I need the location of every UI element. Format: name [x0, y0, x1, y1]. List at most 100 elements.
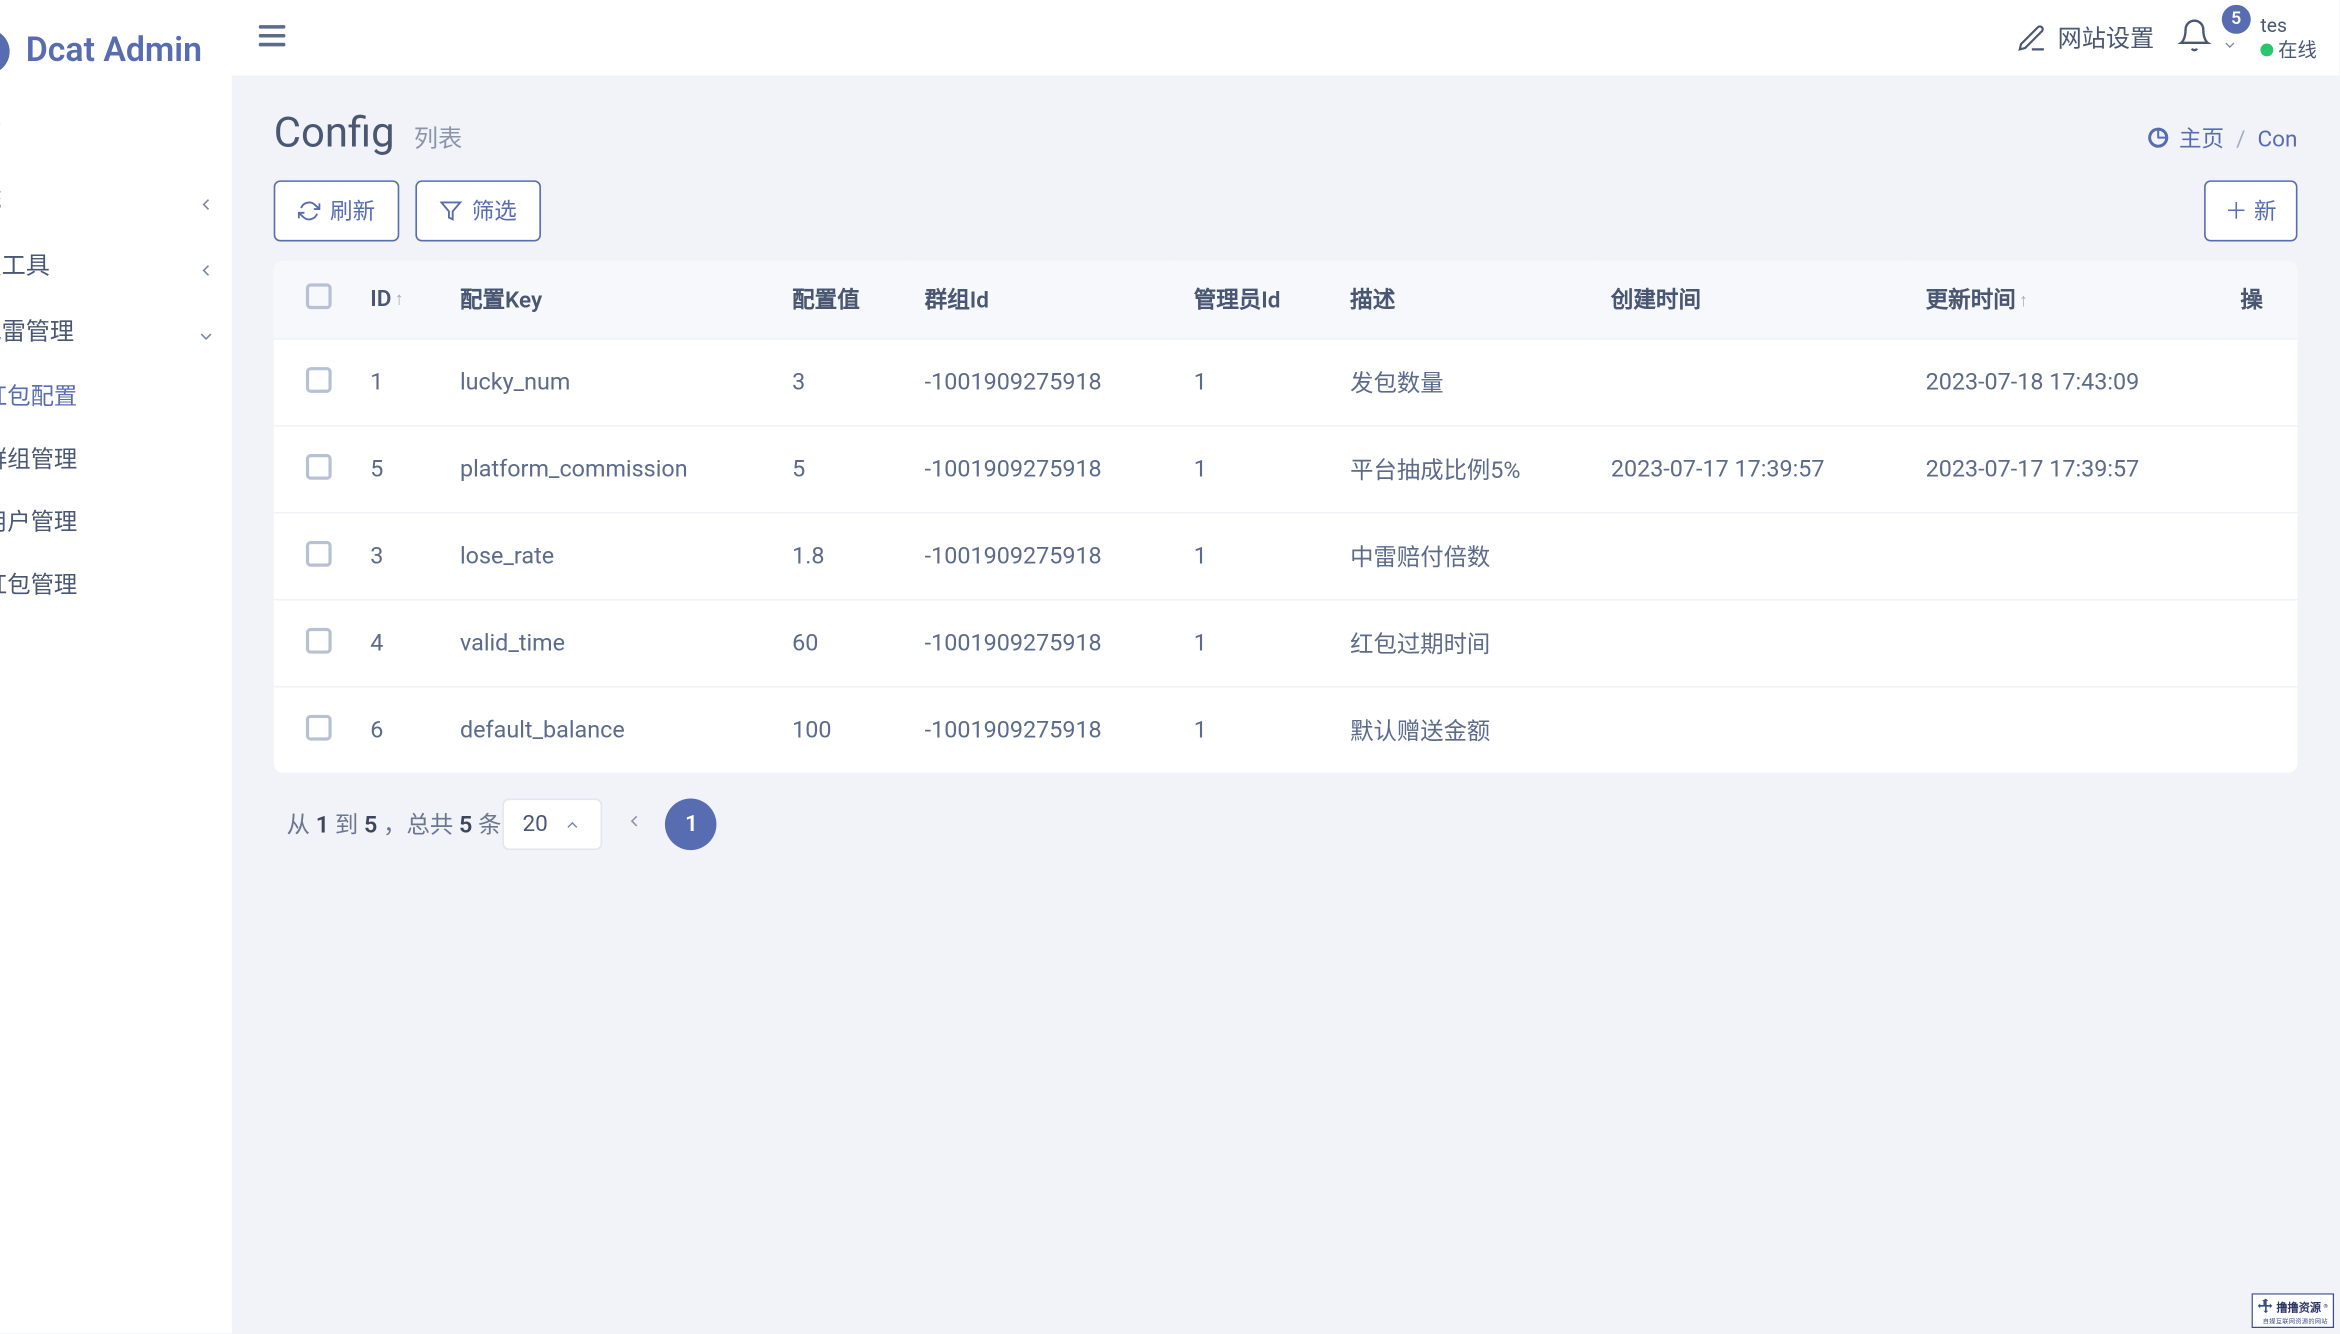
refresh-button[interactable]: 刷新 — [274, 180, 400, 241]
table-row: 5platform_commission5-10019092759181平台抽成… — [274, 426, 2298, 513]
row-checkbox[interactable] — [306, 714, 332, 740]
cell-ops — [2221, 600, 2297, 687]
sidebar-sub-user[interactable]: 用户管理 — [0, 489, 232, 552]
data-table: ID↑ 配置Key 配置值 群组Id 管理员Id 描述 创建时间 更新时间↑ 操… — [274, 261, 2298, 773]
online-dot-icon — [2260, 44, 2273, 57]
page-title: Config — [274, 109, 395, 157]
table-row: 1lucky_num3-10019092759181发包数量2023-07-18… — [274, 339, 2298, 426]
col-updated[interactable]: 更新时间↑ — [1906, 261, 2221, 339]
cell-ops — [2221, 339, 2297, 426]
cell-id: 5 — [351, 426, 441, 513]
col-ops[interactable]: 操 — [2221, 261, 2297, 339]
sidebar-sub-group[interactable]: 群组管理 — [0, 427, 232, 490]
row-checkbox[interactable] — [306, 366, 332, 392]
cell-value: 3 — [773, 339, 906, 426]
cell-admin-id: 1 — [1174, 513, 1330, 600]
cell-admin-id: 1 — [1174, 339, 1330, 426]
sidebar-sub-config[interactable]: 红包配置 — [0, 364, 232, 427]
cell-key: lose_rate — [441, 513, 773, 600]
page-prev-button[interactable] — [608, 795, 660, 847]
sidebar-item-system[interactable]: 统 — [0, 166, 232, 232]
user-info[interactable]: tes 在线 — [2260, 15, 2316, 61]
col-admin-id[interactable]: 管理员Id — [1174, 261, 1330, 339]
site-settings-label: 网站设置 — [2058, 21, 2155, 55]
cell-created — [1592, 339, 1907, 426]
filter-button[interactable]: 筛选 — [415, 180, 541, 241]
username: tes — [2260, 15, 2316, 38]
cell-ops — [2221, 426, 2297, 513]
cell-key: default_balance — [441, 687, 773, 773]
select-all-checkbox[interactable] — [306, 283, 332, 309]
sidebar-item-home[interactable]: 页 — [0, 100, 232, 166]
cell-key: lucky_num — [441, 339, 773, 426]
col-key[interactable]: 配置Key — [441, 261, 773, 339]
cell-key: valid_time — [441, 600, 773, 687]
page-current[interactable]: 1 — [666, 799, 718, 851]
new-button[interactable]: ＋ 新 — [2204, 180, 2297, 241]
cell-created — [1592, 600, 1907, 687]
breadcrumb-current[interactable]: Con — [2257, 127, 2297, 153]
cell-updated: 2023-07-18 17:43:09 — [1906, 339, 2221, 426]
page-subtitle: 列表 — [414, 124, 462, 153]
chevron-left-icon — [196, 257, 212, 273]
col-id[interactable]: ID↑ — [351, 261, 441, 339]
pagination-summary: 从 1 到 5 ，总共 5 条 — [287, 806, 502, 840]
cell-group-id: -1001909275918 — [905, 513, 1174, 600]
dashboard-icon — [2146, 127, 2173, 153]
col-desc[interactable]: 描述 — [1331, 261, 1592, 339]
cell-updated — [1906, 513, 2221, 600]
table-row: 4valid_time60-10019092759181红包过期时间 — [274, 600, 2298, 687]
col-created[interactable]: 创建时间 — [1592, 261, 1907, 339]
cell-id: 4 — [351, 600, 441, 687]
topbar: 网站设置 5 tes 在线 — [232, 0, 2339, 77]
cell-desc: 红包过期时间 — [1331, 600, 1592, 687]
plus-icon: ＋ — [2225, 195, 2248, 227]
cell-created — [1592, 513, 1907, 600]
cell-group-id: -1001909275918 — [905, 426, 1174, 513]
cell-value: 60 — [773, 600, 906, 687]
cell-desc: 中雷赔付倍数 — [1331, 513, 1592, 600]
cell-id: 3 — [351, 513, 441, 600]
col-value[interactable]: 配置值 — [773, 261, 906, 339]
site-settings-link[interactable]: 网站设置 — [2016, 21, 2154, 55]
cell-admin-id: 1 — [1174, 600, 1330, 687]
breadcrumb: 主页 / Con — [2146, 122, 2297, 154]
cell-admin-id: 1 — [1174, 426, 1330, 513]
cell-admin-id: 1 — [1174, 687, 1330, 773]
sidebar-sub-packet[interactable]: 红包管理 — [0, 552, 232, 615]
sidebar-item-redpacket[interactable]: 包雷管理 — [0, 298, 232, 364]
hamburger-icon[interactable] — [254, 17, 289, 59]
cell-updated — [1906, 600, 2221, 687]
sidebar: Dcat Admin 页 统 发工具 包雷管理 红包配置 群组管理 用户管理 红… — [0, 0, 232, 1333]
notifications-badge: 5 — [2222, 4, 2251, 33]
chevron-up-icon — [564, 815, 582, 833]
cell-ops — [2221, 687, 2297, 773]
page-size-select[interactable]: 20 — [502, 799, 603, 851]
watermark: 撸撸资源® 自媒互联网资源的网站 — [2251, 1293, 2334, 1328]
cell-desc: 默认赠送金额 — [1331, 687, 1592, 773]
table-row: 6default_balance100-10019092759181默认赠送金额 — [274, 687, 2298, 773]
user-status: 在线 — [2260, 38, 2316, 61]
table-row: 3lose_rate1.8-10019092759181中雷赔付倍数 — [274, 513, 2298, 600]
row-checkbox[interactable] — [306, 453, 332, 479]
row-checkbox[interactable] — [306, 627, 332, 653]
cell-created — [1592, 687, 1907, 773]
cell-group-id: -1001909275918 — [905, 600, 1174, 687]
notifications-button[interactable]: 5 — [2177, 17, 2238, 59]
row-checkbox[interactable] — [306, 540, 332, 566]
cell-desc: 平台抽成比例5% — [1331, 426, 1592, 513]
cell-created: 2023-07-17 17:39:57 — [1592, 426, 1907, 513]
cell-ops — [2221, 513, 2297, 600]
cell-value: 5 — [773, 426, 906, 513]
breadcrumb-home[interactable]: 主页 — [2179, 127, 2224, 153]
cell-key: platform_commission — [441, 426, 773, 513]
chevron-left-icon — [196, 191, 212, 207]
brand[interactable]: Dcat Admin — [0, 13, 232, 100]
chevron-down-icon — [196, 323, 212, 339]
cell-id: 6 — [351, 687, 441, 773]
col-group-id[interactable]: 群组Id — [905, 261, 1174, 339]
sidebar-item-devtools[interactable]: 发工具 — [0, 232, 232, 298]
cell-id: 1 — [351, 339, 441, 426]
cell-value: 100 — [773, 687, 906, 773]
cell-group-id: -1001909275918 — [905, 687, 1174, 773]
